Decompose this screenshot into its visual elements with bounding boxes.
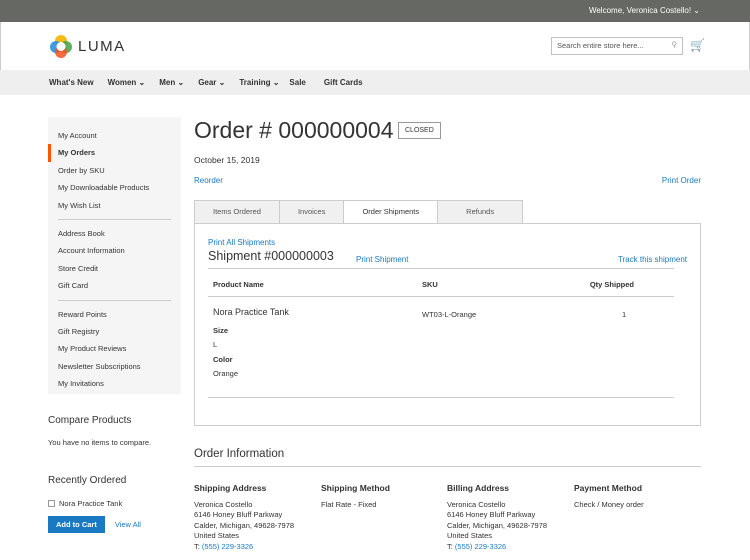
col-sku: SKU	[422, 280, 438, 289]
sidebar-item-order-by-sku[interactable]: Order by SKU	[48, 162, 181, 179]
tab-items-ordered[interactable]: Items Ordered	[194, 200, 280, 224]
sidebar-item-gift-registry[interactable]: Gift Registry	[48, 323, 181, 340]
main-nav: What's New Women ⌄ Men ⌄ Gear ⌄ Training…	[0, 70, 750, 95]
shipping-method: Shipping Method Flat Rate - Fixed	[321, 483, 446, 510]
search-placeholder: Search entire store here...	[557, 41, 644, 50]
recently-ordered-block: Recently Ordered Nora Practice Tank Add …	[48, 475, 181, 533]
order-tabs: Items Ordered Invoices Order Shipments R…	[194, 200, 524, 224]
address-line: United States	[194, 531, 240, 541]
payment-method-title: Payment Method	[574, 483, 643, 493]
phone-prefix: T:	[447, 541, 455, 551]
table-row: Nora Practice Tank Size L Color Orange W…	[208, 297, 674, 398]
product-sku: WT03-L-Orange	[422, 310, 477, 319]
recent-title: Recently Ordered	[48, 475, 127, 486]
sidebar-item-my-orders[interactable]: My Orders	[48, 144, 181, 162]
address-line: 6146 Honey Bluff Parkway	[194, 510, 283, 520]
size-value: L	[213, 340, 218, 349]
add-to-cart-button[interactable]: Add to Cart	[48, 516, 105, 533]
page-title: Order # 000000004	[194, 117, 394, 143]
tab-invoices[interactable]: Invoices	[278, 200, 345, 224]
sidebar-item-store-credit[interactable]: Store Credit	[48, 260, 181, 277]
compare-block: Compare Products You have no items to co…	[48, 415, 181, 447]
sidebar-item-reward-points[interactable]: Reward Points	[48, 306, 181, 323]
shipment-table-header: Product Name SKU Qty Shipped	[208, 268, 674, 297]
address-line: United States	[447, 531, 493, 541]
shipping-address-title: Shipping Address	[194, 483, 267, 493]
order-info-title: Order Information	[194, 448, 701, 467]
nav-gear[interactable]: Gear ⌄	[198, 78, 225, 87]
sidebar-item-gift-card[interactable]: Gift Card	[48, 277, 181, 294]
cart-icon[interactable]: 🛒	[690, 38, 705, 52]
nav-training[interactable]: Training ⌄	[239, 78, 279, 87]
logo-text: LUMA	[78, 37, 126, 55]
compare-empty-text: You have no items to compare.	[48, 438, 152, 447]
nav-sale[interactable]: Sale	[289, 78, 305, 87]
sidebar-item-account-info[interactable]: Account Information	[48, 242, 181, 259]
phone-link[interactable]: (555) 229-3326	[455, 542, 506, 551]
qty-shipped: 1	[622, 310, 627, 319]
sidebar-item-wish-list[interactable]: My Wish List	[48, 197, 181, 214]
shipping-method-title: Shipping Method	[321, 483, 390, 493]
address-line: Veronica Costello	[447, 499, 506, 509]
track-shipment-link[interactable]: Track this shipment	[618, 255, 687, 264]
billing-address-title: Billing Address	[447, 483, 510, 493]
color-value: Orange	[213, 369, 239, 378]
shipment-title: Shipment #000000003	[208, 249, 334, 263]
col-product-name: Product Name	[213, 280, 264, 289]
address-line: Calder, Michigan, 49628-7978	[194, 520, 295, 530]
address-line: Calder, Michigan, 49628-7978	[447, 520, 548, 530]
reorder-link[interactable]: Reorder	[194, 176, 223, 185]
nav-women[interactable]: Women ⌄	[108, 78, 146, 87]
divider	[58, 218, 171, 220]
phone-link[interactable]: (555) 229-3326	[202, 542, 253, 551]
top-bar: Welcome, Veronica Costello! ⌄	[0, 0, 750, 22]
sidebar-item-downloadable[interactable]: My Downloadable Products	[48, 179, 181, 196]
sidebar-item-newsletter[interactable]: Newsletter Subscriptions	[48, 358, 181, 375]
product-name: Nora Practice Tank	[213, 307, 289, 317]
logo[interactable]: LUMA	[49, 34, 126, 58]
address-line: Veronica Costello	[194, 499, 253, 509]
billing-address: Billing Address Veronica Costello 6146 H…	[447, 483, 572, 553]
divider	[58, 299, 171, 301]
order-information: Order Information Shipping Address Veron…	[194, 448, 701, 551]
print-shipment-link[interactable]: Print Shipment	[356, 255, 408, 264]
print-order-link[interactable]: Print Order	[662, 176, 701, 185]
compare-title: Compare Products	[48, 415, 132, 426]
shipping-address: Shipping Address Veronica Costello 6146 …	[194, 483, 319, 553]
search-icon[interactable]: ⚲	[672, 40, 678, 49]
header: LUMA Search entire store here... ⚲ 🛒	[0, 22, 750, 70]
print-all-shipments-link[interactable]: Print All Shipments	[208, 238, 275, 247]
sidebar-item-my-account[interactable]: My Account	[48, 127, 181, 144]
luma-logo-icon	[50, 35, 72, 58]
tab-refunds[interactable]: Refunds	[437, 200, 524, 224]
sidebar-item-address-book[interactable]: Address Book	[48, 225, 181, 242]
col-qty-shipped: Qty Shipped	[589, 280, 634, 289]
account-sidebar: My Account My Orders Order by SKU My Dow…	[48, 117, 181, 394]
recent-item-name[interactable]: Nora Practice Tank	[59, 499, 122, 508]
shipments-panel: Print All Shipments Shipment #000000003 …	[194, 223, 701, 426]
payment-method-value: Check / Money order	[574, 499, 644, 509]
shipping-method-value: Flat Rate - Fixed	[321, 499, 377, 509]
view-all-link[interactable]: View All	[115, 520, 141, 529]
sidebar-item-invitations[interactable]: My Invitations	[48, 375, 181, 392]
search-input[interactable]: Search entire store here... ⚲	[551, 37, 683, 55]
welcome-menu[interactable]: Welcome, Veronica Costello! ⌄	[589, 6, 700, 15]
tab-order-shipments[interactable]: Order Shipments	[343, 200, 439, 224]
color-label: Color	[213, 355, 233, 364]
payment-method: Payment Method Check / Money order	[574, 483, 699, 510]
sidebar-item-reviews[interactable]: My Product Reviews	[48, 340, 181, 357]
nav-gift-cards[interactable]: Gift Cards	[324, 78, 363, 87]
nav-whats-new[interactable]: What's New	[49, 78, 94, 87]
address-line: 6146 Honey Bluff Parkway	[447, 510, 536, 520]
status-badge: CLOSED	[398, 122, 441, 139]
order-date: October 15, 2019	[194, 155, 260, 165]
size-label: Size	[213, 326, 229, 335]
recent-item-checkbox[interactable]	[48, 500, 55, 507]
nav-men[interactable]: Men ⌄	[159, 78, 184, 87]
phone-prefix: T:	[194, 541, 202, 551]
